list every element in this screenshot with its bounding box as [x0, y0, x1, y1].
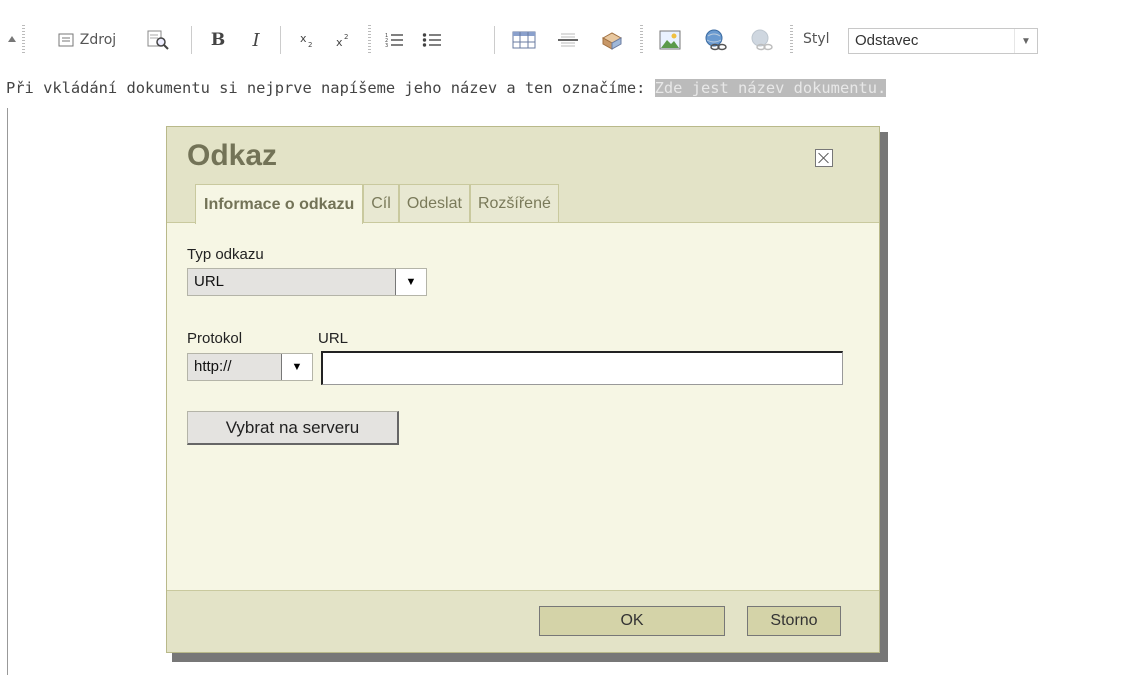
browse-server-button[interactable]: Vybrat na serveru	[187, 411, 399, 445]
numbered-list-icon: 123	[385, 33, 403, 49]
svg-text:x: x	[336, 36, 343, 49]
tab-target[interactable]: Cíl	[363, 184, 399, 222]
cancel-button[interactable]: Storno	[747, 606, 841, 636]
url-input[interactable]	[321, 351, 843, 385]
tab-upload[interactable]: Odeslat	[398, 184, 470, 222]
bulleted-list-icon	[422, 33, 441, 47]
svg-text:2: 2	[308, 41, 312, 49]
toolbar-separator	[494, 26, 495, 54]
image-button[interactable]	[650, 27, 690, 53]
dialog-footer: OK Storno	[167, 590, 879, 652]
link-type-select[interactable]: URL ▼	[187, 268, 427, 296]
svg-text:3: 3	[385, 43, 388, 49]
editor-left-border	[7, 108, 8, 675]
numbered-list-button[interactable]: 123	[376, 27, 412, 53]
link-type-label: Typ odkazu	[187, 246, 264, 263]
horizontal-rule-icon	[558, 33, 578, 47]
superscript-button[interactable]: x 2	[326, 27, 360, 53]
ok-button[interactable]: OK	[539, 606, 725, 636]
svg-text:x: x	[300, 32, 307, 45]
style-select[interactable]: Odstavec ▼	[848, 28, 1038, 54]
dialog-tabs: Informace o odkazu Cíl Odeslat Rozšířené	[195, 184, 559, 224]
style-label: Styl	[803, 31, 830, 47]
dropdown-arrow-icon[interactable]: ▼	[1014, 29, 1037, 53]
toolbar-separator	[280, 26, 281, 54]
selected-text: Zde jest název dokumentu.	[654, 79, 887, 97]
unlink-button[interactable]	[742, 27, 782, 53]
tab-link-info[interactable]: Informace o odkazu	[195, 184, 364, 224]
special-char-icon	[601, 32, 623, 50]
toolbar-grip	[22, 25, 25, 53]
source-icon	[58, 33, 74, 47]
toolbar-separator	[191, 26, 192, 54]
close-icon[interactable]	[815, 149, 833, 167]
unlink-icon	[751, 29, 773, 51]
italic-button[interactable]: I	[240, 27, 272, 53]
editor-toolbar: Zdroj B I x 2 x 2 123 Styl Odstavec ▼	[0, 0, 1123, 54]
protocol-label: Protokol	[187, 330, 243, 347]
dialog-header[interactable]: Odkaz Informace o odkazu Cíl Odeslat Roz…	[167, 127, 879, 224]
superscript-icon: x 2	[336, 33, 348, 49]
source-label: Zdroj	[79, 32, 117, 48]
toolbar-grip	[368, 25, 371, 53]
link-dialog: Odkaz Informace o odkazu Cíl Odeslat Roz…	[166, 126, 880, 653]
link-icon	[705, 29, 727, 51]
protocol-value: http://	[194, 358, 232, 375]
link-type-value: URL	[194, 273, 225, 290]
editor-content[interactable]: Při vkládání dokumentu si nejprve napíše…	[6, 79, 887, 97]
preview-button[interactable]	[138, 27, 178, 53]
svg-text:2: 2	[344, 33, 348, 41]
subscript-button[interactable]: x 2	[290, 27, 324, 53]
editor-paragraph-text: Při vkládání dokumentu si nejprve napíše…	[6, 79, 655, 97]
horizontal-rule-button[interactable]	[548, 27, 588, 53]
protocol-select[interactable]: http:// ▼	[187, 353, 313, 381]
style-value: Odstavec	[855, 32, 919, 49]
toolbar-grip	[790, 25, 793, 53]
subscript-icon: x 2	[300, 32, 312, 49]
special-char-button[interactable]	[592, 27, 632, 53]
dropdown-arrow-icon[interactable]: ▼	[395, 269, 426, 295]
toolbar-grip	[640, 25, 643, 53]
italic-icon: I	[252, 29, 260, 51]
table-button[interactable]	[504, 27, 544, 53]
bold-icon: B	[210, 30, 226, 50]
collapse-toolbar-icon[interactable]	[8, 36, 16, 42]
image-icon	[659, 30, 681, 50]
tab-advanced[interactable]: Rozšířené	[469, 184, 559, 222]
url-label: URL	[318, 330, 349, 347]
dropdown-arrow-icon[interactable]: ▼	[281, 354, 312, 380]
source-button[interactable]: Zdroj	[36, 27, 138, 53]
link-button[interactable]	[696, 27, 736, 53]
table-icon	[512, 31, 536, 49]
bulleted-list-button[interactable]	[414, 27, 450, 53]
dialog-title: Odkaz	[187, 139, 278, 172]
bold-button[interactable]: B	[202, 27, 234, 53]
preview-icon	[147, 30, 169, 50]
